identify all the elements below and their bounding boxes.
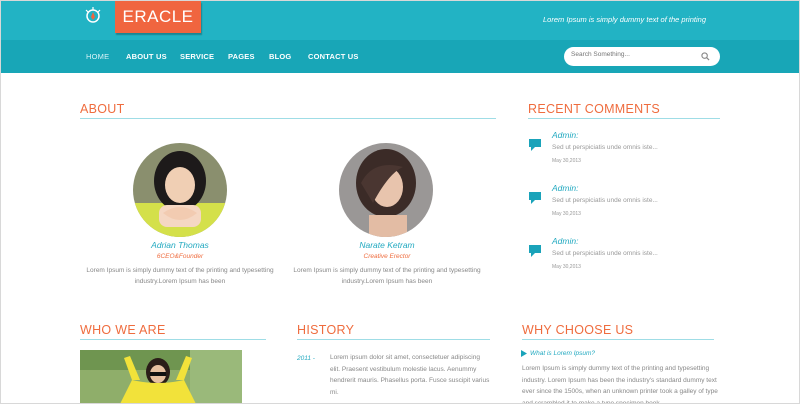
logo-text[interactable]: ERACLE xyxy=(115,1,201,33)
why-text: Lorem Ipsum is simply dummy text of the … xyxy=(522,365,718,404)
search-input[interactable] xyxy=(571,51,699,58)
top-header: ERACLE Lorem Ipsum is simply dummy text … xyxy=(0,0,800,40)
nav-pages[interactable]: PAGES xyxy=(228,52,255,61)
why-faq-link[interactable]: What is Lorem Ipsum? xyxy=(530,350,595,357)
history-year: 2011 - xyxy=(297,355,315,362)
comment-author[interactable]: Admin: xyxy=(552,183,578,193)
history-divider xyxy=(297,339,490,340)
person-description-line: industry.Lorem Ipsum has been xyxy=(341,278,433,285)
person-role: Creative Erector xyxy=(363,253,411,260)
about-title: ABOUT xyxy=(80,102,125,116)
search-icon[interactable] xyxy=(701,52,710,61)
history-title: HISTORY xyxy=(297,323,355,337)
main-nav: HOME ABOUT US SERVICE PAGES BLOG CONTACT… xyxy=(0,40,800,73)
person-role: 6CEO&Founder xyxy=(156,253,204,260)
person-description: Lorem Ipsum is simply dummy text of the … xyxy=(287,265,487,287)
comment-text[interactable]: Sed ut perspiciatis unde omnis iste... xyxy=(552,197,658,204)
avatar-adrian-thomas xyxy=(133,143,227,237)
person-description-line: industry.Lorem Ipsum has been xyxy=(134,278,226,285)
logo-icon xyxy=(85,7,101,23)
history-text: Lorem ipsum dolor sit amet, consectetuer… xyxy=(330,354,490,396)
recent-comments-title: RECENT COMMENTS xyxy=(528,102,661,116)
comment-text[interactable]: Sed ut perspiciatis unde omnis iste... xyxy=(552,250,658,257)
comment-bubble-icon xyxy=(529,139,541,151)
nav-blog[interactable]: BLOG xyxy=(269,52,291,61)
person-description: Lorem Ipsum is simply dummy text of the … xyxy=(80,265,280,287)
comment-date: May 30,2013 xyxy=(552,264,581,270)
comment-date: May 30,2013 xyxy=(552,211,581,217)
why-choose-us-title: WHY CHOOSE US xyxy=(522,323,634,337)
person-name: Narate Ketram xyxy=(359,240,415,250)
comment-author[interactable]: Admin: xyxy=(552,130,578,140)
tagline: Lorem Ipsum is simply dummy text of the … xyxy=(543,15,706,24)
triangle-bullet-icon xyxy=(521,350,527,357)
comment-author[interactable]: Admin: xyxy=(552,236,578,246)
comment-bubble-icon xyxy=(529,192,541,204)
person-name: Adrian Thomas xyxy=(151,240,209,250)
comment-text[interactable]: Sed ut perspiciatis unde omnis iste... xyxy=(552,144,658,151)
comment-date: May 30,2013 xyxy=(552,158,581,164)
search-box xyxy=(564,47,720,66)
who-we-are-photo xyxy=(80,350,242,404)
avatar-narate-ketram xyxy=(339,143,433,237)
nav-about-us[interactable]: ABOUT US xyxy=(126,52,167,61)
who-we-are-title: WHO WE ARE xyxy=(80,323,166,337)
nav-home[interactable]: HOME xyxy=(86,52,109,61)
nav-contact-us[interactable]: CONTACT US xyxy=(308,52,359,61)
who-divider xyxy=(80,339,266,340)
about-divider xyxy=(80,118,496,119)
nav-service[interactable]: SERVICE xyxy=(180,52,214,61)
comments-divider xyxy=(528,118,720,119)
person-description-line: Lorem Ipsum is simply dummy text of the … xyxy=(86,267,274,274)
comment-bubble-icon xyxy=(529,245,541,257)
why-divider xyxy=(522,339,714,340)
person-description-line: Lorem Ipsum is simply dummy text of the … xyxy=(293,267,481,274)
